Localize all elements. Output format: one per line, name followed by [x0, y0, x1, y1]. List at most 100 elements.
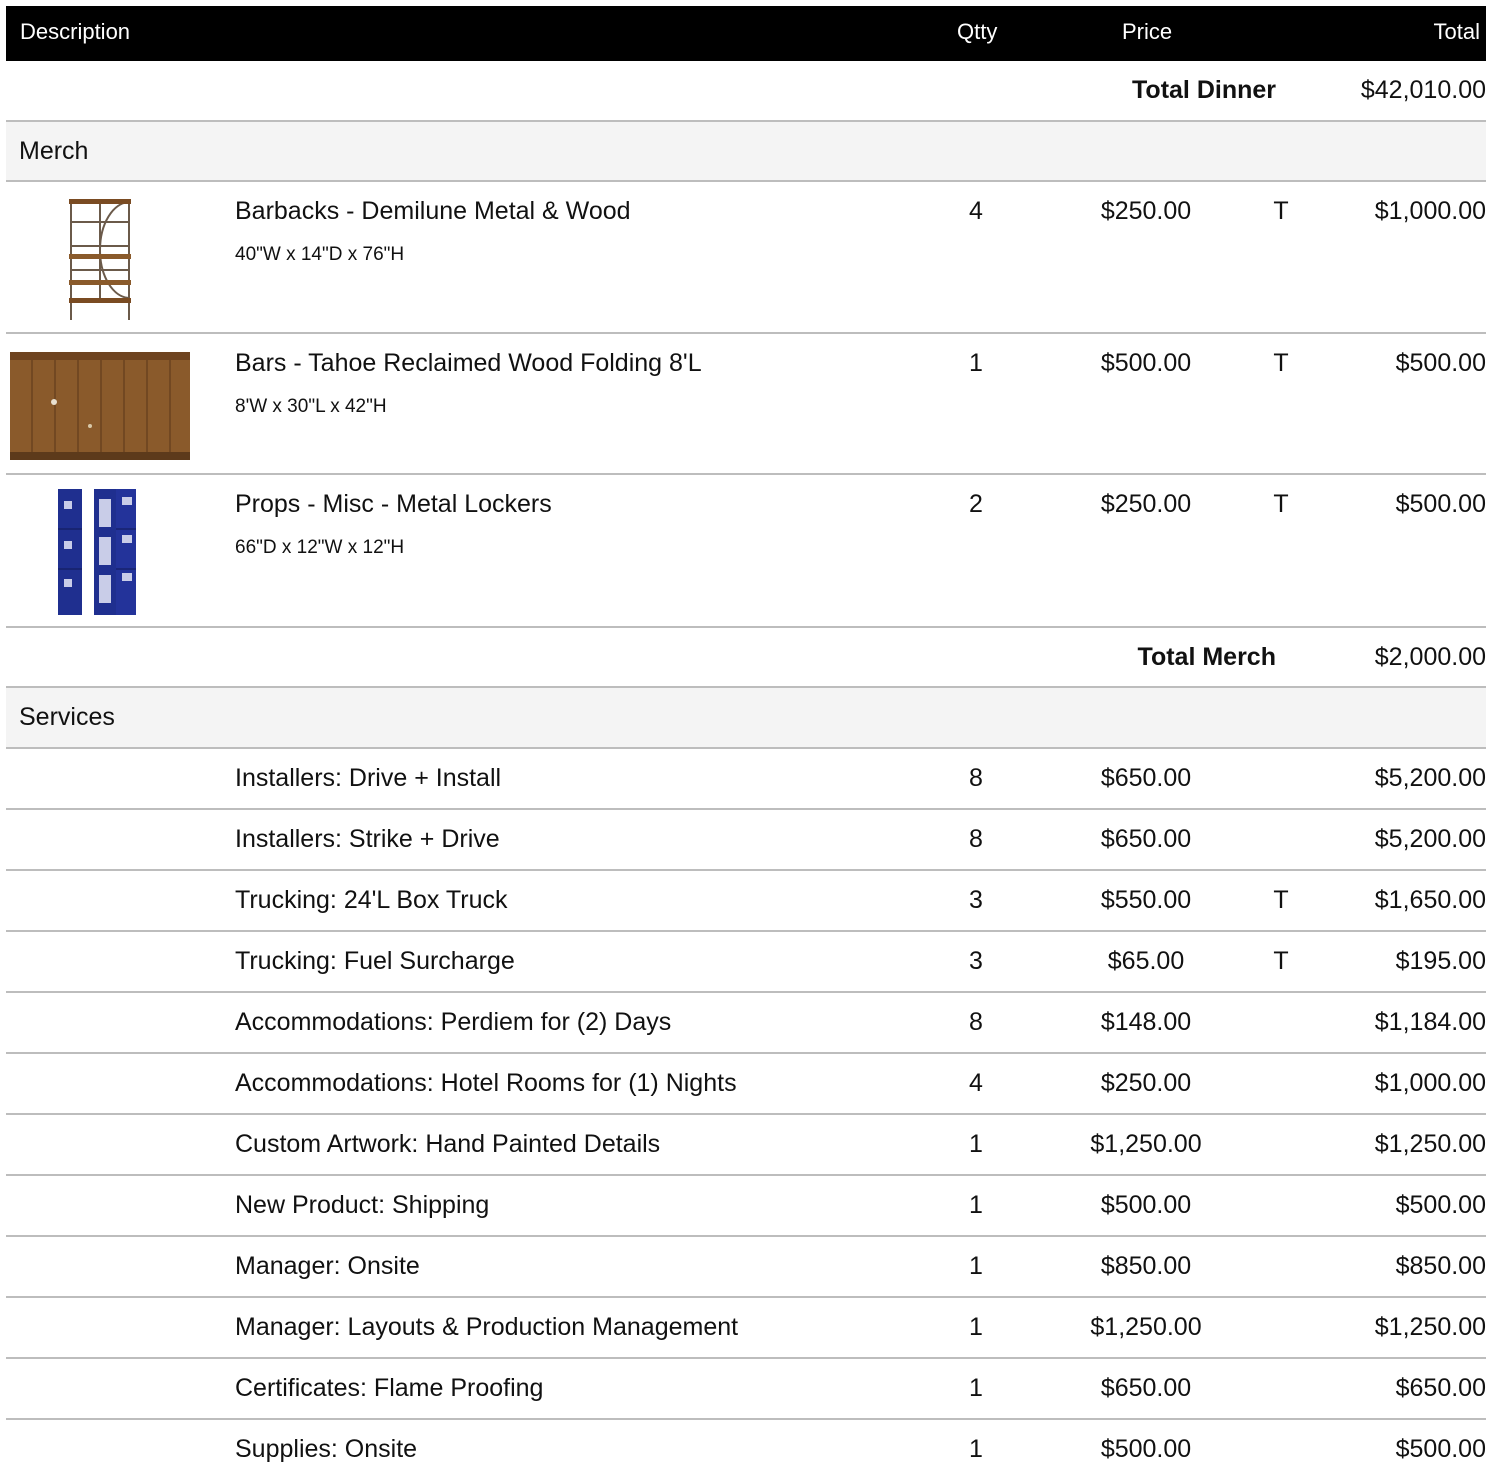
- subtotal-label: Total Merch: [1137, 643, 1276, 671]
- item-tax-flag: T: [1273, 349, 1289, 377]
- item-qty: 3: [969, 886, 983, 914]
- category-name: Merch: [19, 137, 89, 165]
- header-total: Total: [1433, 19, 1480, 44]
- services-list: Installers: Drive + Install 8 $650.00 $5,20…: [6, 749, 1486, 1478]
- category-name: Services: [19, 703, 115, 731]
- item-price: $500.00: [1100, 1435, 1192, 1463]
- table-row: Manager: Onsite 1 $850.00 $850.00: [6, 1237, 1486, 1298]
- table-row: Accommodations: Hotel Rooms for (1) Nigh…: [6, 1054, 1486, 1115]
- item-price: $1,250.00: [1090, 1130, 1202, 1158]
- item-qty: 4: [969, 197, 983, 225]
- item-description: Installers: Strike + Drive: [235, 825, 500, 853]
- item-total: $1,184.00: [1374, 1008, 1486, 1036]
- table-row: Bars - Tahoe Reclaimed Wood Folding 8'L …: [6, 334, 1486, 475]
- item-total: $5,200.00: [1374, 825, 1486, 853]
- item-qty: 8: [969, 825, 983, 853]
- item-tax-flag: T: [1273, 947, 1289, 975]
- item-qty: 4: [969, 1069, 983, 1097]
- item-total: $650.00: [1395, 1374, 1486, 1402]
- table-row: New Product: Shipping 1 $500.00 $500.00: [6, 1176, 1486, 1237]
- header-description: Description: [20, 19, 131, 44]
- item-price: $250.00: [1100, 197, 1192, 225]
- item-description: Bars - Tahoe Reclaimed Wood Folding 8'L: [235, 349, 702, 377]
- item-price: $550.00: [1100, 886, 1192, 914]
- subtotal-row-dinner: Total Dinner $42,010.00: [6, 61, 1486, 122]
- item-qty: 2: [969, 490, 983, 518]
- item-total: $195.00: [1395, 947, 1486, 975]
- item-qty: 1: [969, 1252, 983, 1280]
- table-row: Props - Misc - Metal Lockers 66"D x 12"W…: [6, 475, 1486, 628]
- item-total: $1,250.00: [1374, 1313, 1486, 1341]
- item-price: $250.00: [1100, 490, 1192, 518]
- item-total: $1,000.00: [1374, 1069, 1486, 1097]
- item-dimensions: 66"D x 12"W x 12"H: [235, 537, 405, 558]
- item-dimensions: 40"W x 14"D x 76"H: [235, 244, 405, 265]
- item-tax-flag: T: [1273, 886, 1289, 914]
- subtotal-row-merch: Total Merch $2,000.00: [6, 628, 1486, 688]
- item-total: $5,200.00: [1374, 764, 1486, 792]
- item-price: $500.00: [1100, 1191, 1192, 1219]
- item-description: Barbacks - Demilune Metal & Wood: [235, 197, 631, 225]
- item-tax-flag: T: [1273, 197, 1289, 225]
- item-description: Manager: Layouts & Production Management: [235, 1313, 739, 1341]
- header-price: Price: [1122, 19, 1173, 44]
- item-price: $650.00: [1100, 764, 1192, 792]
- item-qty: 8: [969, 1008, 983, 1036]
- item-total: $500.00: [1395, 490, 1486, 518]
- item-price: $148.00: [1100, 1008, 1192, 1036]
- item-description: Trucking: Fuel Surcharge: [235, 947, 515, 975]
- table-row: Installers: Strike + Drive 8 $650.00 $5,200…: [6, 810, 1486, 871]
- quote-table: Description Qtty Price Total Total Dinne…: [6, 6, 1486, 1478]
- item-price: $650.00: [1100, 825, 1192, 853]
- item-description: Supplies: Onsite: [235, 1435, 418, 1463]
- item-qty: 1: [969, 1435, 983, 1463]
- item-price: $500.00: [1100, 349, 1192, 377]
- subtotal-amount: $2,000.00: [1374, 643, 1486, 671]
- header-qty: Qtty: [957, 19, 998, 44]
- item-description: Certificates: Flame Proofing: [235, 1374, 544, 1402]
- item-total: $500.00: [1395, 349, 1486, 377]
- item-description: Manager: Onsite: [235, 1252, 420, 1280]
- category-row-services: Services: [6, 688, 1486, 749]
- item-total: $500.00: [1395, 1435, 1486, 1463]
- item-price: $1,250.00: [1090, 1313, 1202, 1341]
- table-row: Accommodations: Perdiem for (2) Days 8 $14…: [6, 993, 1486, 1054]
- subtotal-amount: $42,010.00: [1360, 76, 1486, 104]
- table-row: Certificates: Flame Proofing 1 $650.00 $650…: [6, 1359, 1486, 1420]
- shelf-image: [68, 198, 132, 322]
- table-row: Installers: Drive + Install 8 $650.00 $5,20…: [6, 749, 1486, 810]
- item-description: Trucking: 24'L Box Truck: [235, 886, 508, 914]
- item-total: $1,000.00: [1374, 197, 1486, 225]
- item-qty: 1: [969, 1130, 983, 1158]
- table-row: Manager: Layouts & Production Management…: [6, 1298, 1486, 1359]
- item-price: $650.00: [1100, 1374, 1192, 1402]
- item-qty: 8: [969, 764, 983, 792]
- item-total: $1,250.00: [1374, 1130, 1486, 1158]
- item-description: Props - Misc - Metal Lockers: [235, 490, 552, 518]
- item-total: $500.00: [1395, 1191, 1486, 1219]
- item-description: Installers: Drive + Install: [235, 764, 502, 792]
- item-qty: 1: [969, 349, 983, 377]
- item-price: $250.00: [1100, 1069, 1192, 1097]
- table-header: Description Qtty Price Total: [6, 6, 1486, 61]
- table-row: Trucking: Fuel Surcharge 3 $65.00 T $195.00: [6, 932, 1486, 993]
- item-qty: 1: [969, 1191, 983, 1219]
- item-qty: 1: [969, 1374, 983, 1402]
- item-description: New Product: Shipping: [235, 1191, 490, 1219]
- item-qty: 1: [969, 1313, 983, 1341]
- table-row: Supplies: Onsite 1 $500.00 $500.00: [6, 1420, 1486, 1478]
- table-row: Custom Artwork: Hand Painted Details 1 $1,…: [6, 1115, 1486, 1176]
- item-tax-flag: T: [1273, 490, 1289, 518]
- item-price: $65.00: [1107, 947, 1185, 975]
- item-description: Accommodations: Hotel Rooms for (1) Nigh…: [235, 1069, 737, 1097]
- item-total: $850.00: [1395, 1252, 1486, 1280]
- bar-image: [10, 352, 190, 460]
- item-qty: 3: [969, 947, 983, 975]
- item-description: Custom Artwork: Hand Painted Details: [235, 1130, 661, 1158]
- item-total: $1,650.00: [1374, 886, 1486, 914]
- item-price: $850.00: [1100, 1252, 1192, 1280]
- subtotal-label: Total Dinner: [1132, 76, 1276, 104]
- table-row: Trucking: 24'L Box Truck 3 $550.00 T $1,650.…: [6, 871, 1486, 932]
- item-description: Accommodations: Perdiem for (2) Days: [235, 1008, 672, 1036]
- item-dimensions: 8'W x 30"L x 42"H: [235, 396, 387, 417]
